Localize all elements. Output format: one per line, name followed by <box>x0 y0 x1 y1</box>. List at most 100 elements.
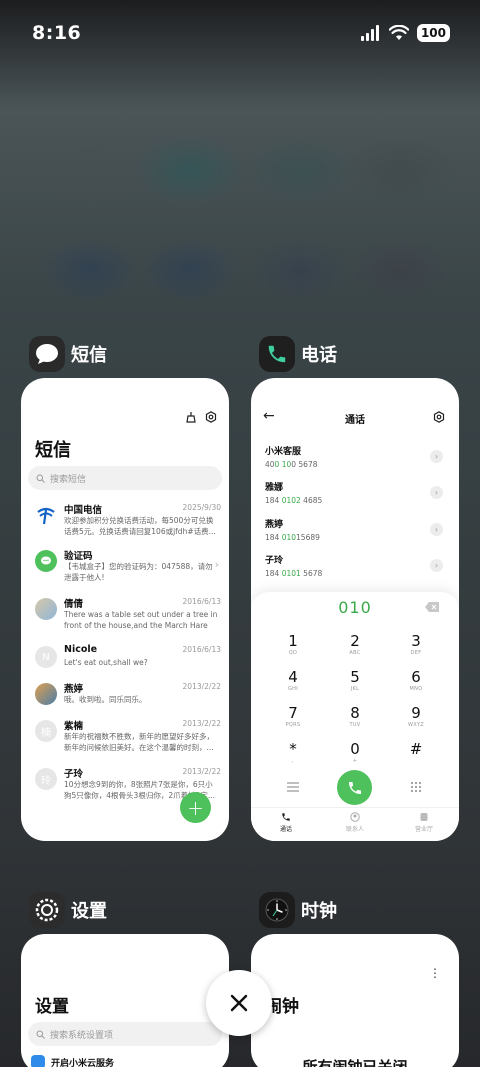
settings-gear-icon[interactable] <box>433 411 445 423</box>
tab-label: 联系人 <box>345 826 364 833</box>
message-preview: There was a table set out under a tree i… <box>64 610 218 630</box>
settings-title: 设置 <box>35 997 69 1017</box>
contact-detail-icon[interactable]: › <box>430 559 443 572</box>
app-header-phone[interactable]: 电话 <box>259 336 337 372</box>
keypad-grid-icon[interactable] <box>410 781 422 793</box>
contact-row[interactable]: 小米客服 400 100 5678 › <box>265 444 445 474</box>
avatar <box>35 598 57 620</box>
settings-row-label: 开启小米云服务 <box>51 1058 115 1067</box>
dial-key[interactable]: 3 DEF <box>386 632 446 656</box>
message-item[interactable]: 楠 紫楠 2013/2/22 新年的祝福数不胜数，新年的愿望好多好多，新年的问候… <box>35 718 221 762</box>
avatar <box>35 683 57 705</box>
dial-key[interactable]: 7 PQRS <box>263 704 323 728</box>
contact-number: 184 0102 4685 <box>265 496 323 505</box>
clock-app-icon <box>259 892 295 928</box>
china-telecom-logo-icon <box>35 504 57 526</box>
app-header-sms[interactable]: 短信 <box>29 336 107 372</box>
tab-service-hall[interactable]: 营业厅 <box>399 812 449 833</box>
search-icon <box>36 1030 45 1039</box>
app-name-clock: 时钟 <box>301 901 337 922</box>
settings-app-icon <box>29 892 65 928</box>
message-item[interactable]: 中国电信 2025/9/30 欢迎参加积分兑换话费活动，每500分可兑换话费5元… <box>35 502 221 546</box>
message-sender: 燕婷 <box>64 684 84 695</box>
settings-search-placeholder: 搜索系统设置项 <box>50 1030 114 1041</box>
recent-card-clock[interactable]: ⋮ 闹钟 所有闹钟已关闭 <box>251 934 459 1067</box>
signal-icon <box>360 25 379 41</box>
message-sender: 验证码 <box>64 551 93 562</box>
message-preview: 欢迎参加积分兑换话费活动，每500分可兑换话费5元。兑换话费请回复106或jfd… <box>64 516 216 536</box>
phone-icon <box>282 813 290 821</box>
phone-app-icon <box>259 336 295 372</box>
settings-row-cloud[interactable]: 开启小米云服务 <box>31 1052 221 1067</box>
service-hall-icon <box>420 813 428 821</box>
message-sender: 中国电信 <box>64 505 103 516</box>
call-button[interactable] <box>337 770 372 805</box>
app-name-settings: 设置 <box>71 901 107 922</box>
tab-label: 通话 <box>279 826 292 833</box>
app-name-phone: 电话 <box>301 345 337 366</box>
avatar: 楠 <box>35 720 57 742</box>
message-sender: 紫楠 <box>64 721 84 732</box>
app-name-sms: 短信 <box>71 345 107 366</box>
alarm-status: 所有闹钟已关闭 <box>302 1058 408 1067</box>
recent-card-settings[interactable]: 设置 搜索系统设置项 开启小米云服务 <box>21 934 229 1067</box>
chevron-right-icon: › <box>214 558 219 571</box>
message-sender: 倩倩 <box>64 599 84 610</box>
more-options-icon[interactable]: ⋮ <box>429 966 441 980</box>
message-sender: Nicole <box>64 644 98 655</box>
tab-label: 营业厅 <box>414 826 433 833</box>
contact-row[interactable]: 燕婷 184 01015689 › <box>265 517 445 547</box>
message-preview: 哦。收到啦。同乐同乐。 <box>64 695 147 704</box>
message-date: 2013/2/22 <box>182 719 221 728</box>
contact-row[interactable]: 雅娜 184 0102 4685 › <box>265 480 445 510</box>
cloud-icon <box>31 1055 45 1067</box>
contact-detail-icon[interactable]: › <box>430 486 443 499</box>
tab-calls[interactable]: 通话 <box>261 812 311 833</box>
tab-contacts[interactable]: 联系人 <box>330 812 380 833</box>
app-header-settings[interactable]: 设置 <box>29 892 107 928</box>
search-icon <box>36 474 45 483</box>
phone-title: 通话 <box>345 415 365 426</box>
recent-card-sms[interactable]: 短信 搜索短信 中国电信 2025/9/30 欢迎参加积分兑换话费活动，每500… <box>21 378 229 841</box>
avatar: 玲 <box>35 768 57 790</box>
dial-key[interactable]: 2 ABC <box>325 632 385 656</box>
clear-all-button[interactable] <box>206 970 272 1036</box>
dial-key[interactable]: 6 MNO <box>386 668 446 692</box>
clean-icon[interactable] <box>185 411 197 423</box>
message-sender: 子玲 <box>64 769 84 780</box>
backspace-icon[interactable] <box>425 602 439 612</box>
contact-name: 雅娜 <box>265 483 284 493</box>
phone-icon <box>348 781 361 794</box>
sms-title: 短信 <box>35 440 71 461</box>
dial-key[interactable]: 9 WXYZ <box>386 704 446 728</box>
app-header-clock[interactable]: 时钟 <box>259 892 337 928</box>
menu-icon[interactable] <box>287 782 299 792</box>
message-item[interactable]: 倩倩 2016/6/13 There was a table set out u… <box>35 596 221 640</box>
contact-name: 燕婷 <box>265 520 284 530</box>
sms-search-input[interactable]: 搜索短信 <box>28 466 222 490</box>
dial-key[interactable]: *, <box>263 740 323 764</box>
message-preview: 【韦城盒子】您的验证码为：047588，请勿泄露于他人! <box>64 562 213 582</box>
contacts-icon <box>350 812 360 822</box>
contact-number: 184 01015689 <box>265 533 320 542</box>
contact-row[interactable]: 子玲 184 0101 5678 › <box>265 553 445 583</box>
contact-detail-icon[interactable]: › <box>430 450 443 463</box>
verification-code-icon <box>35 550 57 572</box>
message-date: 2016/6/13 <box>182 597 221 606</box>
dial-key[interactable]: 8 TUV <box>325 704 385 728</box>
contact-detail-icon[interactable]: › <box>430 523 443 536</box>
sms-search-placeholder: 搜索短信 <box>50 474 87 485</box>
new-message-button[interactable]: + <box>180 792 211 823</box>
phone-topbar: ← 通话 <box>251 408 459 428</box>
dial-key[interactable]: 4 GHI <box>263 668 323 692</box>
dial-key[interactable]: 0 + <box>325 740 385 764</box>
settings-search-input[interactable]: 搜索系统设置项 <box>28 1022 222 1046</box>
dial-key[interactable]: 1 QD <box>263 632 323 656</box>
message-item[interactable]: 验证码 【韦城盒子】您的验证码为：047588，请勿泄露于他人! › <box>35 548 221 592</box>
dial-key[interactable]: # <box>386 740 446 758</box>
recent-card-phone[interactable]: ← 通话 小米客服 400 100 5678 › 雅娜 184 0102 468… <box>251 378 459 841</box>
sms-app-icon <box>29 336 65 372</box>
settings-gear-icon[interactable] <box>205 411 217 423</box>
message-preview: 新年的祝福数不胜数，新年的愿望好多好多，新年的问候依旧美好。在这个温馨的时刻，.… <box>64 732 214 752</box>
dial-key[interactable]: 5 JKL <box>325 668 385 692</box>
